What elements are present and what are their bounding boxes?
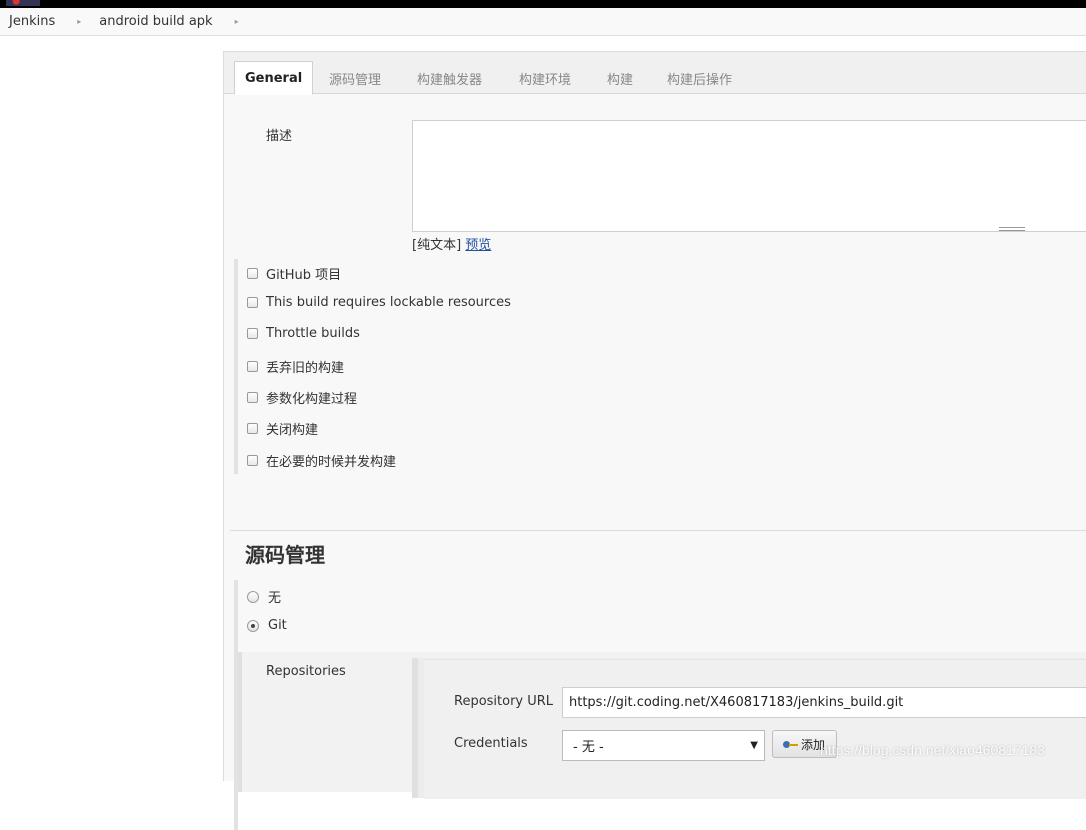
option-label: 关闭构建 bbox=[266, 423, 319, 438]
top-header-bar bbox=[0, 0, 1086, 8]
repository-url-label: Repository URL bbox=[454, 694, 554, 709]
key-icon bbox=[783, 740, 799, 749]
option-discard-old-builds[interactable]: 丢弃旧的构建 bbox=[247, 357, 344, 376]
scm-option-none[interactable]: 无 bbox=[247, 587, 281, 606]
option-label: Throttle builds bbox=[266, 326, 360, 341]
radio-button-selected[interactable] bbox=[247, 619, 259, 632]
option-label: This build requires lockable resources bbox=[266, 295, 511, 310]
breadcrumb-separator-icon[interactable]: ▸ bbox=[77, 17, 81, 26]
plain-text-label: [纯文本] bbox=[412, 238, 462, 253]
breadcrumb: Jenkins ▸ android build apk ▸ bbox=[0, 8, 1086, 36]
repository-url-input[interactable]: https://git.coding.net/X460817183/jenkin… bbox=[562, 687, 1086, 718]
option-throttle-builds[interactable]: Throttle builds bbox=[247, 326, 360, 341]
radio-label: Git bbox=[268, 618, 287, 633]
config-tabs: General 源码管理 构建触发器 构建环境 构建 构建后操作 bbox=[224, 52, 1086, 95]
checkbox[interactable] bbox=[247, 297, 258, 308]
tab-general[interactable]: General bbox=[234, 61, 314, 95]
option-parameterized[interactable]: 参数化构建过程 bbox=[247, 388, 357, 407]
tab-build-triggers[interactable]: 构建触发器 bbox=[417, 61, 482, 95]
repository-inner: Repository URL https://git.coding.net/X4… bbox=[424, 659, 1086, 799]
resize-grip-icon[interactable] bbox=[999, 227, 1025, 231]
breadcrumb-item-jenkins[interactable]: Jenkins bbox=[0, 14, 55, 29]
tab-build-environment[interactable]: 构建环境 bbox=[519, 61, 571, 95]
tab-build[interactable]: 构建 bbox=[607, 61, 633, 95]
option-lockable-resources[interactable]: This build requires lockable resources bbox=[247, 295, 511, 310]
git-bar bbox=[238, 652, 242, 792]
option-concurrent-builds[interactable]: 在必要的时候并发构建 bbox=[247, 451, 396, 470]
checkbox[interactable] bbox=[247, 455, 258, 466]
option-label: 丢弃旧的构建 bbox=[266, 361, 345, 376]
credentials-label: Credentials bbox=[454, 736, 528, 751]
options-bar bbox=[234, 259, 238, 474]
checkbox[interactable] bbox=[247, 328, 258, 339]
repositories-label: Repositories bbox=[266, 664, 346, 679]
section-title-scm: 源码管理 bbox=[245, 543, 325, 567]
git-config-area: Repositories Repository URL https://git.… bbox=[238, 652, 1086, 799]
checkbox[interactable] bbox=[247, 268, 258, 279]
credentials-value: - 无 - bbox=[573, 740, 604, 755]
option-disable-build[interactable]: 关闭构建 bbox=[247, 419, 318, 438]
credentials-select[interactable]: - 无 - ▼ bbox=[562, 730, 765, 761]
preview-link[interactable]: 预览 bbox=[465, 238, 491, 253]
scm-option-git[interactable]: Git bbox=[247, 618, 287, 633]
option-github-project[interactable]: GitHub 项目 bbox=[247, 264, 341, 283]
checkbox[interactable] bbox=[247, 361, 258, 372]
repository-box: Repository URL https://git.coding.net/X4… bbox=[412, 658, 1086, 799]
section-divider bbox=[230, 530, 1086, 531]
description-textarea[interactable] bbox=[412, 120, 1086, 232]
description-label: 描述 bbox=[266, 129, 293, 144]
radio-button[interactable] bbox=[247, 590, 259, 603]
watermark: https://blog.csdn.net/xiao460817183 bbox=[820, 742, 1045, 758]
jenkins-logo-icon[interactable] bbox=[6, 0, 40, 6]
breadcrumb-item-job[interactable]: android build apk bbox=[99, 14, 212, 29]
config-panel: General 源码管理 构建触发器 构建环境 构建 构建后操作 描述 [纯文本… bbox=[223, 51, 1086, 830]
option-label: GitHub 项目 bbox=[266, 268, 342, 283]
description-format: [纯文本] 预览 bbox=[412, 234, 491, 253]
tab-post-build[interactable]: 构建后操作 bbox=[667, 61, 732, 95]
checkbox[interactable] bbox=[247, 423, 258, 434]
option-label: 参数化构建过程 bbox=[266, 392, 358, 407]
dropdown-arrow-icon: ▼ bbox=[750, 740, 758, 751]
radio-label: 无 bbox=[268, 591, 282, 606]
checkbox[interactable] bbox=[247, 392, 258, 403]
option-label: 在必要的时候并发构建 bbox=[266, 455, 397, 470]
breadcrumb-separator-icon[interactable]: ▸ bbox=[235, 17, 239, 26]
tab-scm[interactable]: 源码管理 bbox=[329, 61, 381, 95]
